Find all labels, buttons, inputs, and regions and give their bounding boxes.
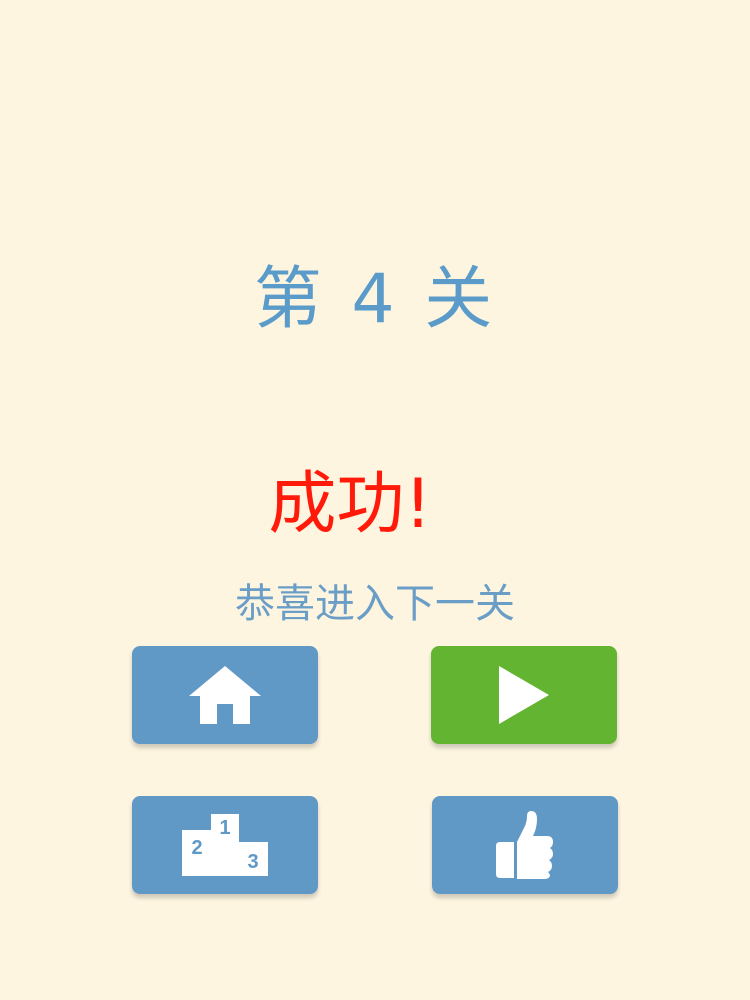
- like-button[interactable]: [432, 796, 618, 894]
- podium-place-3: 3: [247, 851, 258, 873]
- home-icon: [187, 664, 263, 726]
- ranking-button[interactable]: 1 2 3: [132, 796, 318, 894]
- play-button[interactable]: [431, 646, 617, 744]
- play-icon: [497, 664, 551, 726]
- podium-place-1: 1: [219, 817, 230, 839]
- home-button[interactable]: [132, 646, 318, 744]
- thumbs-up-icon: [496, 810, 554, 880]
- level-title: 第 4 关: [253, 260, 497, 339]
- success-title: 成功!: [268, 465, 432, 544]
- podium-icon: 1 2 3: [182, 814, 268, 876]
- success-subtitle: 恭喜进入下一关: [235, 581, 515, 627]
- podium-place-2: 2: [191, 837, 202, 859]
